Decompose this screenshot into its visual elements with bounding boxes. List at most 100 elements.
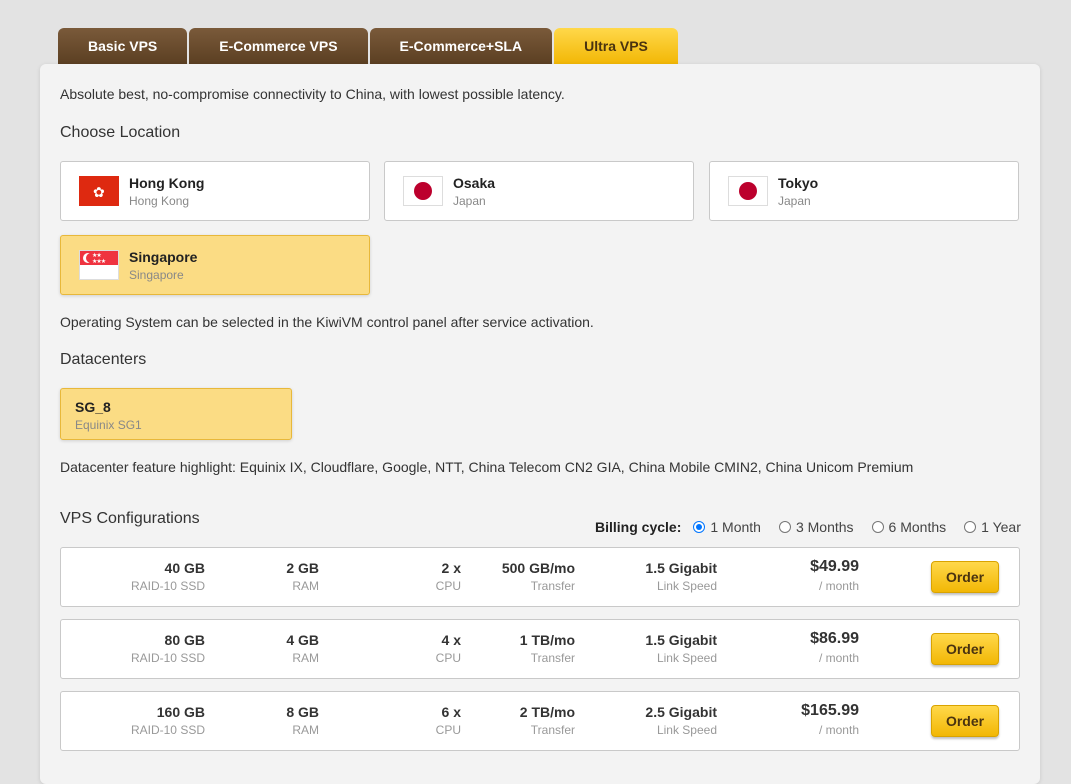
transfer-value: 500 GB/mo	[501, 560, 575, 576]
datacenter-card-sg8[interactable]: SG_8 Equinix SG1	[60, 388, 292, 440]
link-speed-value: 1.5 Gigabit	[645, 560, 717, 576]
link-speed-spec: 2.5 Gigabit Link Speed	[645, 704, 717, 737]
link-speed-label: Link Speed	[656, 651, 717, 665]
singapore-flag-icon: ★★ ★★★	[79, 250, 119, 280]
billing-option-6-months[interactable]: 6 Months	[871, 519, 947, 535]
order-button[interactable]: Order	[931, 633, 999, 665]
link-speed-value: 2.5 Gigabit	[645, 704, 717, 720]
transfer-value: 2 TB/mo	[519, 704, 575, 720]
location-country: Japan	[453, 194, 486, 208]
price-value: $165.99	[801, 702, 859, 719]
datacenter-location: Equinix SG1	[75, 418, 142, 432]
cpu-value: 2 x	[441, 560, 461, 576]
link-speed-value: 1.5 Gigabit	[645, 632, 717, 648]
datacenter-name: SG_8	[75, 399, 111, 415]
config-row: 40 GB RAID-10 SSD 2 GB RAM 2 x CPU 500 G…	[60, 547, 1020, 607]
radio-checked-icon[interactable]	[693, 521, 706, 533]
transfer-spec: 2 TB/mo Transfer	[520, 704, 575, 737]
location-name: Tokyo	[778, 175, 819, 191]
location-card-hong-kong[interactable]: ✿ Hong Kong Hong Kong	[60, 161, 370, 221]
disk-label: RAID-10 SSD	[130, 579, 205, 593]
cpu-value: 6 x	[441, 704, 461, 720]
cpu-spec: 4 x CPU	[436, 632, 461, 665]
ram-label: RAM	[292, 723, 319, 737]
ram-label: RAM	[292, 579, 319, 593]
location-name: Singapore	[129, 249, 198, 265]
price: $165.99 / month	[801, 702, 859, 737]
location-name: Hong Kong	[129, 175, 205, 191]
disk-label: RAID-10 SSD	[130, 651, 205, 665]
location-section-title: Choose Location	[60, 124, 181, 141]
radio-unchecked-icon[interactable]	[964, 521, 977, 533]
os-note: Operating System can be selected in the …	[60, 314, 594, 330]
price-value: $49.99	[810, 558, 859, 575]
billing-option-label: 1 Month	[710, 519, 761, 535]
transfer-spec: 500 GB/mo Transfer	[502, 560, 575, 593]
tab-ecommerce-sla[interactable]: E-Commerce+SLA	[369, 28, 553, 64]
billing-option-3-months[interactable]: 3 Months	[778, 519, 854, 535]
tab-ultra-vps[interactable]: Ultra VPS	[554, 28, 678, 64]
order-button[interactable]: Order	[931, 561, 999, 593]
disk-spec: 40 GB RAID-10 SSD	[131, 560, 205, 593]
billing-cycle-label: Billing cycle:	[595, 519, 682, 535]
disk-value: 40 GB	[164, 560, 205, 576]
tab-basic-vps[interactable]: Basic VPS	[58, 28, 188, 64]
transfer-label: Transfer	[530, 723, 575, 737]
order-button[interactable]: Order	[931, 705, 999, 737]
product-tabs: Basic VPS E-Commerce VPS E-Commerce+SLA …	[58, 28, 678, 64]
product-panel: Absolute best, no-compromise connectivit…	[40, 64, 1040, 784]
datacenter-highlight-note: Datacenter feature highlight: Equinix IX…	[60, 459, 914, 475]
billing-option-label: 3 Months	[795, 519, 854, 535]
transfer-spec: 1 TB/mo Transfer	[520, 632, 575, 665]
ram-value: 2 GB	[286, 560, 319, 576]
disk-spec: 80 GB RAID-10 SSD	[131, 632, 205, 665]
radio-unchecked-icon[interactable]	[778, 521, 791, 533]
price-period: / month	[818, 723, 859, 737]
cpu-spec: 6 x CPU	[436, 704, 461, 737]
config-row: 80 GB RAID-10 SSD 4 GB RAM 4 x CPU 1 TB/…	[60, 619, 1020, 679]
cpu-label: CPU	[435, 579, 461, 593]
location-card-osaka[interactable]: Osaka Japan	[384, 161, 694, 221]
price-period: / month	[818, 651, 859, 665]
location-card-tokyo[interactable]: Tokyo Japan	[709, 161, 1019, 221]
transfer-label: Transfer	[530, 651, 575, 665]
disk-value: 80 GB	[164, 632, 205, 648]
transfer-value: 1 TB/mo	[519, 632, 575, 648]
price: $86.99 / month	[810, 630, 859, 665]
japan-flag-icon	[728, 176, 768, 206]
billing-option-1-year[interactable]: 1 Year	[964, 519, 1021, 535]
transfer-label: Transfer	[530, 579, 575, 593]
location-card-singapore[interactable]: ★★ ★★★ Singapore Singapore	[60, 235, 370, 295]
ram-spec: 8 GB RAM	[286, 704, 319, 737]
price-value: $86.99	[810, 630, 859, 647]
ram-value: 8 GB	[286, 704, 319, 720]
location-country: Hong Kong	[129, 194, 190, 208]
location-country: Singapore	[129, 268, 184, 282]
cpu-spec: 2 x CPU	[436, 560, 461, 593]
ram-spec: 2 GB RAM	[286, 560, 319, 593]
disk-spec: 160 GB RAID-10 SSD	[131, 704, 205, 737]
hong-kong-flag-icon: ✿	[79, 176, 119, 206]
location-country: Japan	[778, 194, 811, 208]
link-speed-label: Link Speed	[656, 579, 717, 593]
cpu-label: CPU	[435, 651, 461, 665]
radio-unchecked-icon[interactable]	[871, 521, 884, 533]
config-row: 160 GB RAID-10 SSD 8 GB RAM 6 x CPU 2 TB…	[60, 691, 1020, 751]
price: $49.99 / month	[810, 558, 859, 593]
link-speed-spec: 1.5 Gigabit Link Speed	[645, 560, 717, 593]
cpu-value: 4 x	[441, 632, 461, 648]
ram-label: RAM	[292, 651, 319, 665]
billing-option-label: 1 Year	[981, 519, 1021, 535]
datacenters-section-title: Datacenters	[60, 351, 147, 368]
location-name: Osaka	[453, 175, 496, 191]
link-speed-label: Link Speed	[656, 723, 717, 737]
disk-label: RAID-10 SSD	[130, 723, 205, 737]
ram-value: 4 GB	[286, 632, 319, 648]
ram-spec: 4 GB RAM	[286, 632, 319, 665]
billing-option-label: 6 Months	[888, 519, 947, 535]
link-speed-spec: 1.5 Gigabit Link Speed	[645, 632, 717, 665]
tab-ecommerce-vps[interactable]: E-Commerce VPS	[189, 28, 368, 64]
disk-value: 160 GB	[156, 704, 205, 720]
billing-option-1-month[interactable]: 1 Month	[693, 519, 761, 535]
cpu-label: CPU	[435, 723, 461, 737]
